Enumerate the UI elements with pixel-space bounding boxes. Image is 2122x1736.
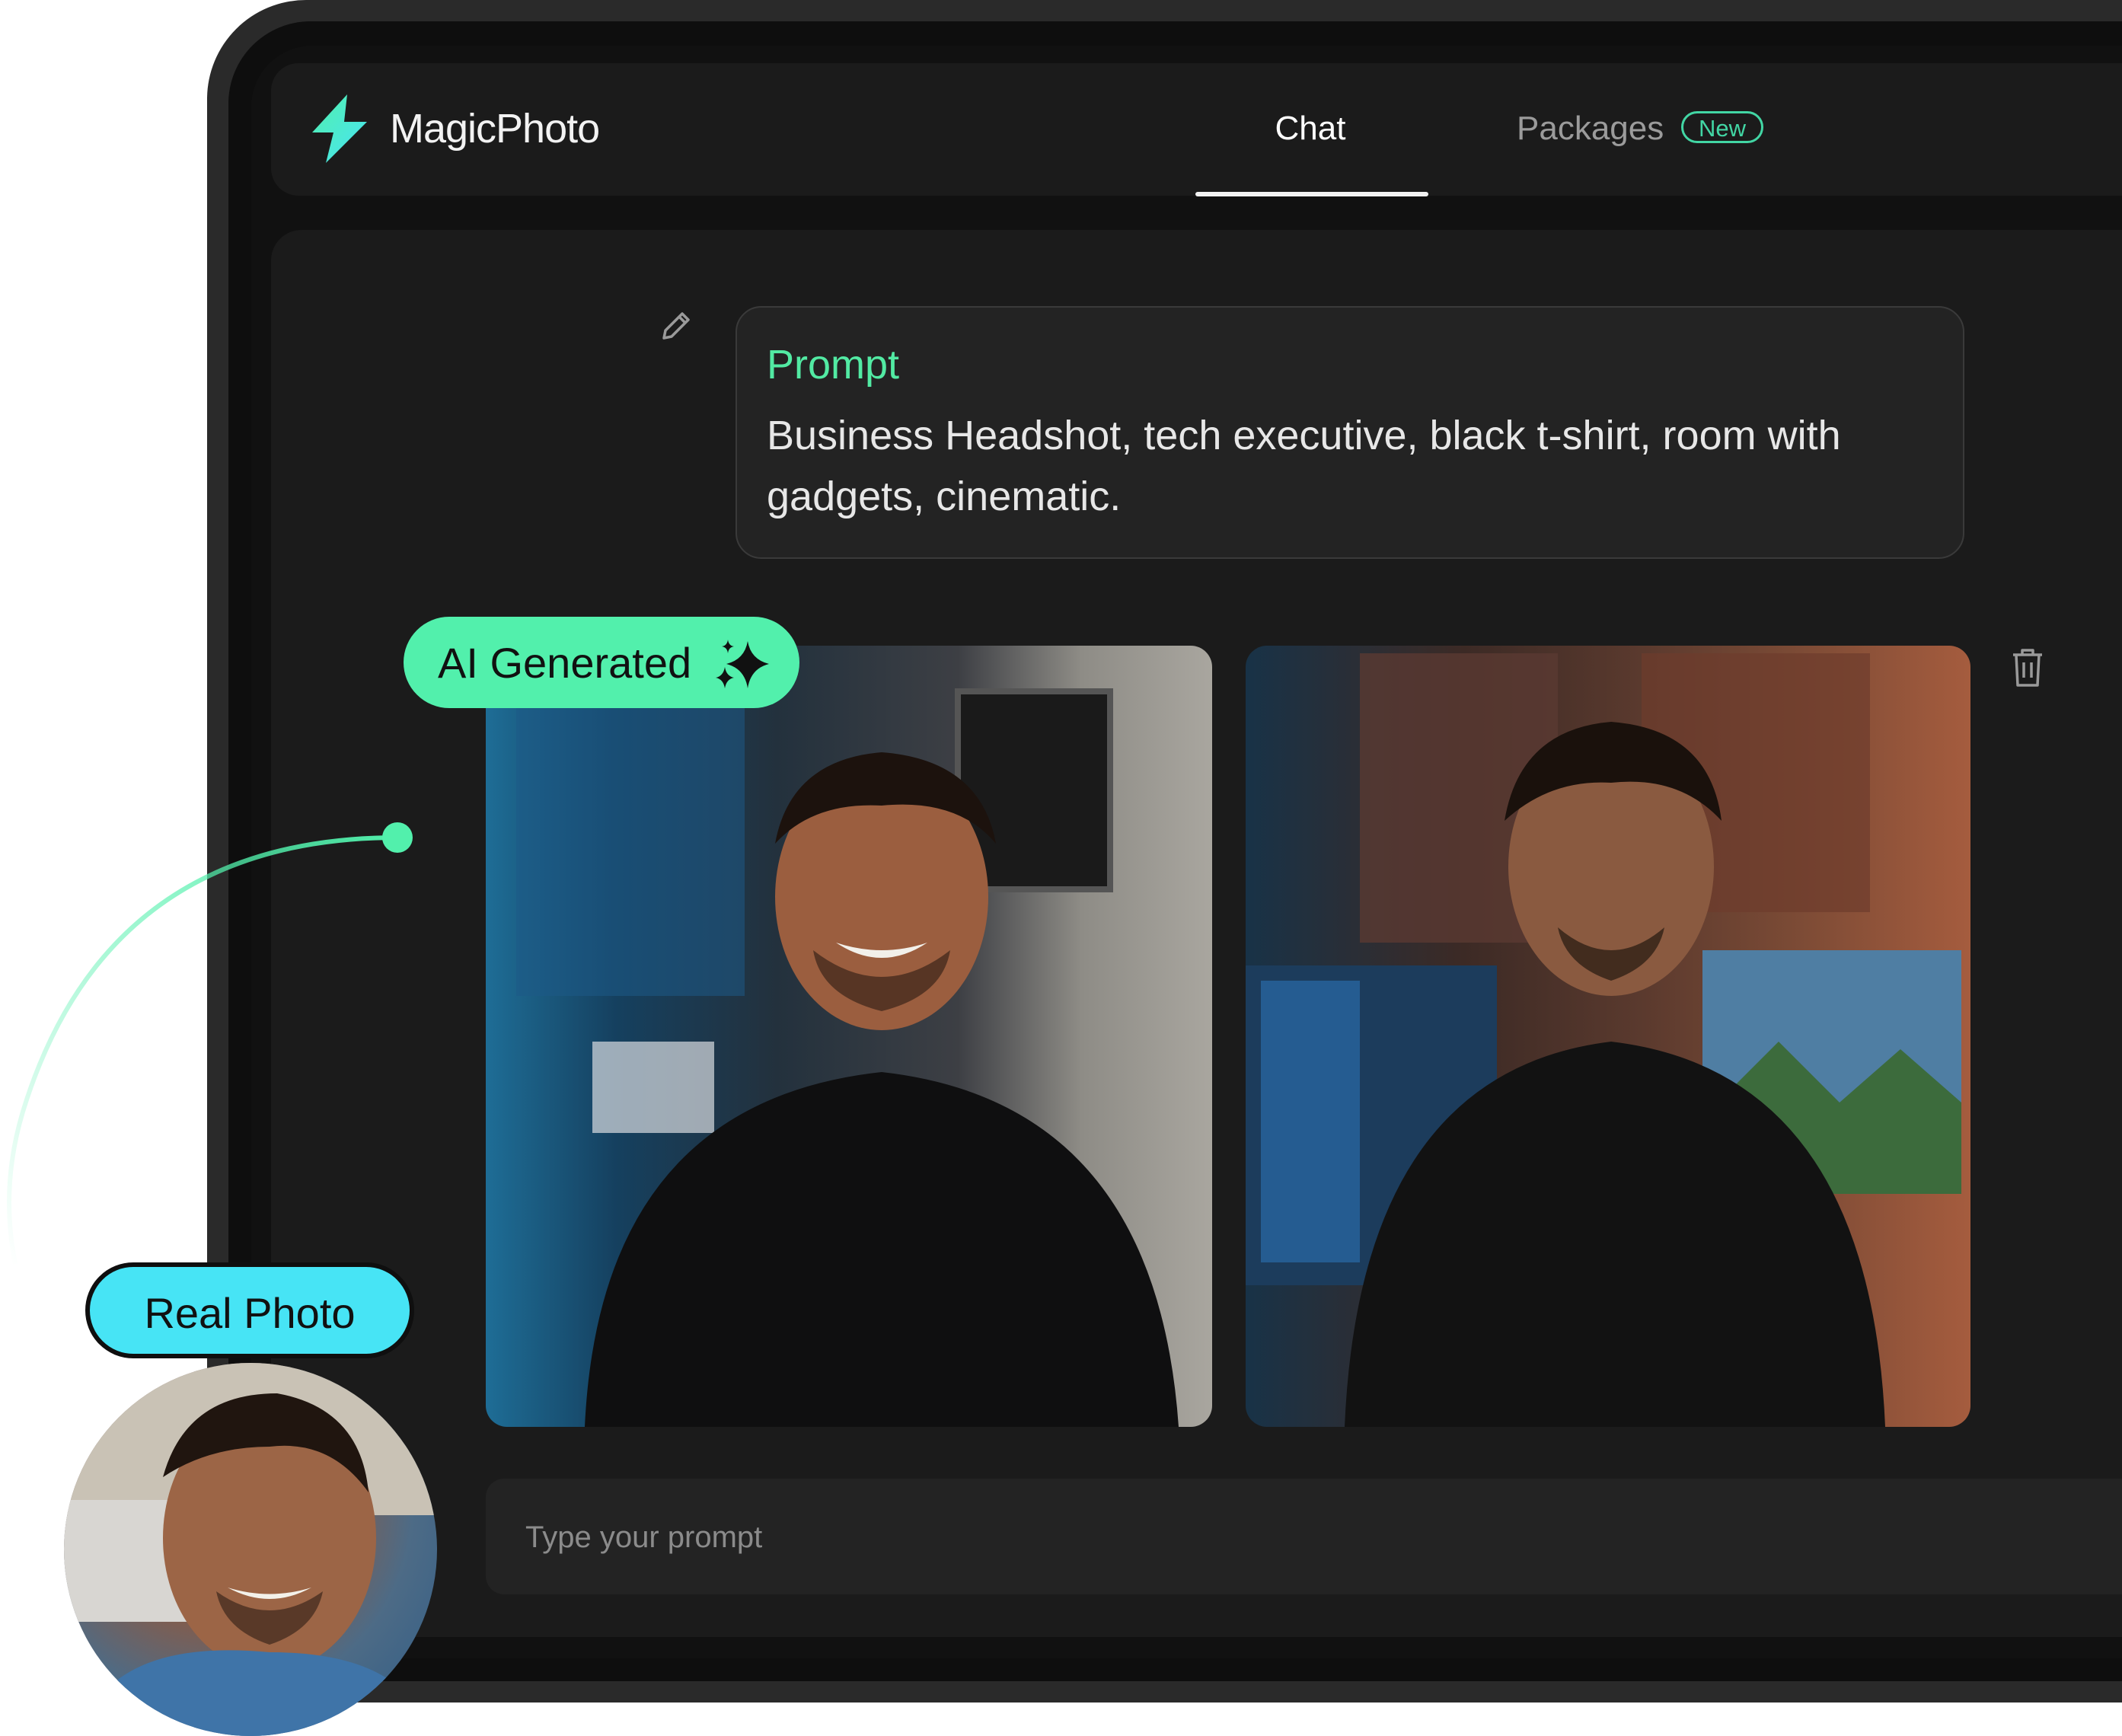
person-photo-illustration-2	[1246, 653, 1961, 1427]
tab-chat[interactable]: Chat	[1195, 110, 1425, 148]
pencil-edit-icon[interactable]	[656, 308, 694, 346]
tab-packages[interactable]: Packages	[1517, 110, 1664, 148]
generated-photo-1[interactable]	[486, 646, 1212, 1427]
sparkle-icon	[716, 640, 769, 688]
brand-name: MagicPhoto	[390, 106, 600, 152]
prompt-input[interactable]	[524, 1515, 1669, 1559]
real-photo-avatar	[64, 1363, 437, 1736]
new-badge: New	[1681, 111, 1763, 143]
person-photo-illustration	[516, 688, 1179, 1427]
ai-generated-label: AI Generated	[438, 639, 692, 687]
active-tab-indicator	[1195, 192, 1428, 196]
connector-curve	[7, 822, 413, 1265]
real-photo-label: Real Photo	[144, 1289, 356, 1337]
connector-dot	[382, 822, 413, 853]
trash-icon[interactable]	[2010, 647, 2045, 688]
prompt-text: Business Headshot, tech executive, black…	[767, 413, 1841, 519]
lightning-bolt-icon	[312, 94, 367, 163]
real-photo-illustration	[64, 1363, 437, 1736]
generated-photo-2[interactable]	[1246, 646, 1970, 1427]
prompt-label: Prompt	[767, 342, 900, 388]
